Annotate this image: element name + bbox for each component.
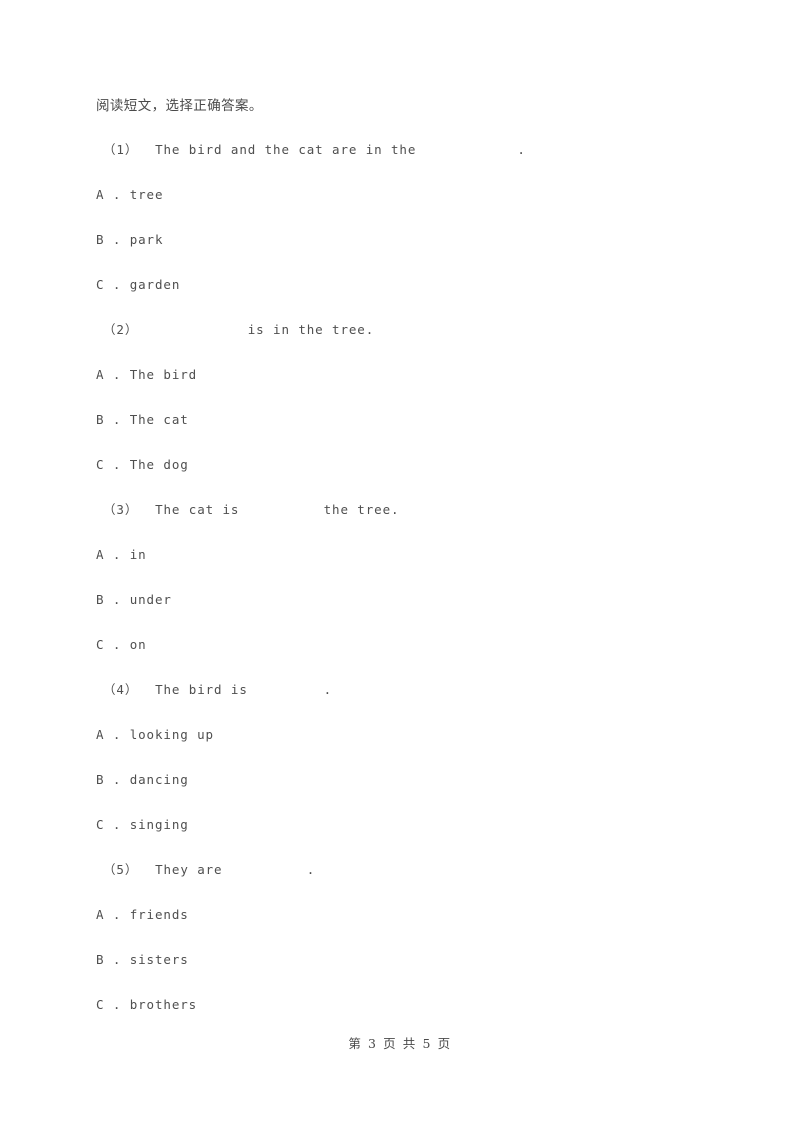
option-c[interactable]: C . brothers (96, 996, 716, 1014)
option-c[interactable]: C . garden (96, 276, 716, 294)
question-stem: （5） They are . (103, 862, 316, 877)
option-b[interactable]: B . The cat (96, 411, 716, 429)
instruction-heading: 阅读短文，选择正确答案。 (96, 98, 263, 114)
exercise-content: 阅读短文，选择正确答案。 （1） The bird and the cat ar… (96, 96, 716, 1041)
option-a[interactable]: A . friends (96, 906, 716, 924)
option-a[interactable]: A . tree (96, 186, 716, 204)
option-b[interactable]: B . under (96, 591, 716, 609)
option-b[interactable]: B . dancing (96, 771, 716, 789)
page-number-footer: 第 3 页 共 5 页 (348, 1036, 452, 1051)
question-stem: （2） is in the tree. (103, 322, 375, 337)
option-b[interactable]: B . park (96, 231, 716, 249)
option-a[interactable]: A . looking up (96, 726, 716, 744)
question-block: （3） The cat is the tree. A . in B . unde… (96, 501, 716, 654)
question-block: （4） The bird is . A . looking up B . dan… (96, 681, 716, 834)
option-c[interactable]: C . on (96, 636, 716, 654)
option-b[interactable]: B . sisters (96, 951, 716, 969)
document-page: 阅读短文，选择正确答案。 （1） The bird and the cat ar… (0, 0, 800, 1132)
option-a[interactable]: A . The bird (96, 366, 716, 384)
option-c[interactable]: C . The dog (96, 456, 716, 474)
question-block: （1） The bird and the cat are in the . A … (96, 141, 716, 294)
option-c[interactable]: C . singing (96, 816, 716, 834)
question-block: （2） is in the tree. A . The bird B . The… (96, 321, 716, 474)
option-a[interactable]: A . in (96, 546, 716, 564)
question-block: （5） They are . A . friends B . sisters C… (96, 861, 716, 1014)
question-stem: （3） The cat is the tree. (103, 502, 400, 517)
question-stem: （4） The bird is . (103, 682, 333, 697)
question-stem: （1） The bird and the cat are in the . (103, 142, 526, 157)
